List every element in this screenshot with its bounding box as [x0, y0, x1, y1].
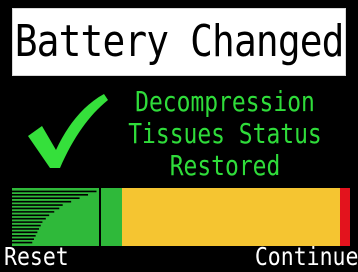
tissue-saturation-bar [12, 188, 350, 246]
message-line-2: Tissues Status [128, 117, 322, 150]
bar-zone-red [340, 188, 350, 246]
continue-button[interactable]: Continue [254, 244, 358, 270]
status-message: Decompression Tissues Status Restored [100, 86, 350, 182]
softkey-bar: Reset Continue [0, 244, 358, 272]
title-bar: Battery Changed [12, 8, 346, 76]
checkmark-icon [28, 94, 108, 168]
bar-zone-yellow [122, 188, 340, 246]
message-line-3: Restored [169, 149, 281, 182]
dive-computer-screen: Battery Changed Decompression Tissues St… [0, 0, 358, 272]
bar-zone-green [12, 188, 122, 246]
screen-title: Battery Changed [14, 16, 345, 67]
message-line-1: Decompression [135, 85, 315, 118]
reset-button[interactable]: Reset [4, 244, 69, 270]
